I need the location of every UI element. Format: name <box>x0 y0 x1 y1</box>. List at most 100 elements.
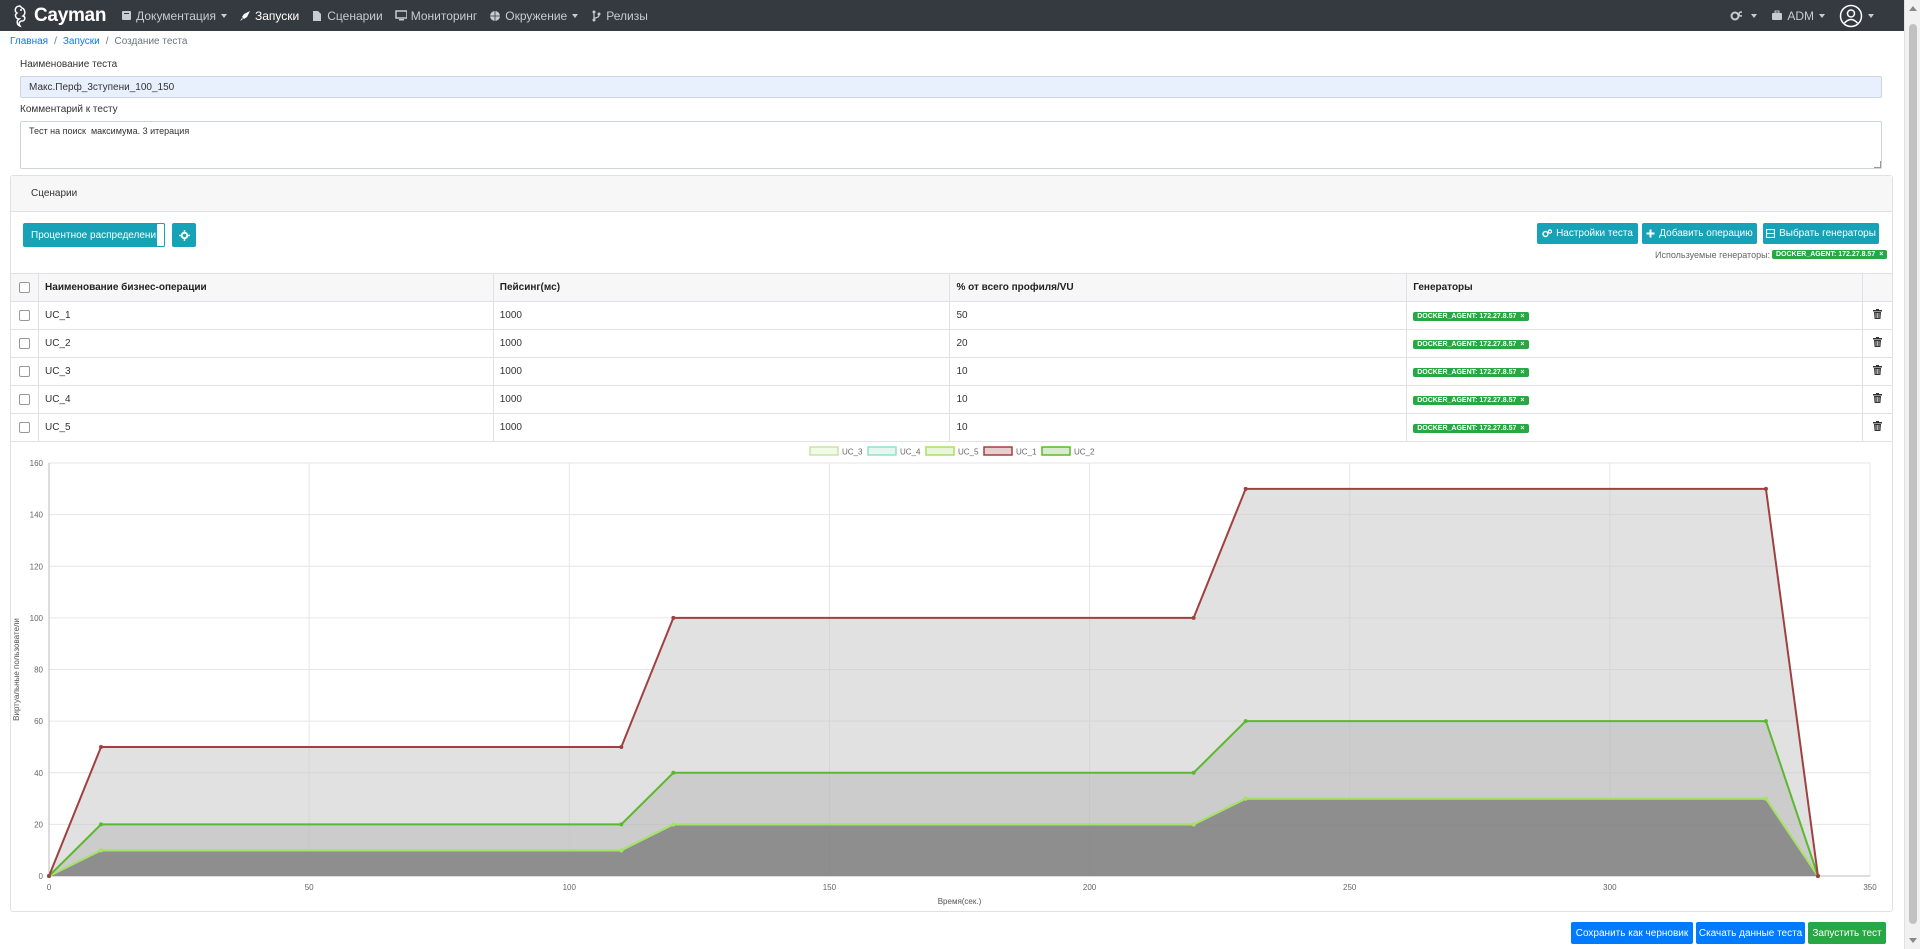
operation-name-cell[interactable]: UC_1 <box>38 301 494 330</box>
scrollbar-thumb[interactable] <box>1909 24 1917 924</box>
legend-swatch-uc_2[interactable] <box>1041 446 1071 456</box>
scroll-down-icon[interactable] <box>1909 938 1917 943</box>
percent-cell[interactable]: 20 <box>949 329 1408 358</box>
run-test-button[interactable]: Запустить тест <box>1808 922 1886 944</box>
pacing-cell[interactable]: 1000 <box>492 357 951 386</box>
x-tick-label: 150 <box>823 883 837 892</box>
brand-logo[interactable]: Cayman <box>10 4 106 28</box>
breadcrumb-home[interactable]: Главная <box>10 36 48 47</box>
operation-name-cell[interactable]: UC_5 <box>38 413 494 442</box>
data-point-uc_5[interactable] <box>1191 822 1196 827</box>
percent-cell[interactable]: 10 <box>949 357 1408 386</box>
data-point-uc_5[interactable] <box>671 822 676 827</box>
remove-icon[interactable]: × <box>1520 397 1524 404</box>
operation-name-cell[interactable]: UC_4 <box>38 385 494 414</box>
data-point-uc_2[interactable] <box>671 770 676 775</box>
data-point-uc_2[interactable] <box>619 822 624 827</box>
test-comment-input[interactable]: Тест на поиск максимума. 3 итерация <box>20 121 1882 169</box>
data-point-uc_2[interactable] <box>1191 770 1196 775</box>
remove-icon[interactable]: × <box>1520 313 1524 320</box>
download-test-data-button[interactable]: Скачать данные теста <box>1696 922 1805 944</box>
percent-cell[interactable]: 50 <box>949 301 1408 330</box>
col-percent[interactable]: % от всего профиля/VU <box>949 273 1408 302</box>
data-point-uc_1[interactable] <box>99 744 104 749</box>
data-point-uc_1[interactable] <box>619 744 624 749</box>
row-checkbox[interactable] <box>19 393 31 405</box>
page-scrollbar[interactable] <box>1904 0 1920 949</box>
test-settings-button[interactable]: Настройки теста <box>1537 223 1638 244</box>
legend-swatch-uc_4[interactable] <box>867 446 897 456</box>
nav-scenarios[interactable]: Сценарии <box>311 9 383 23</box>
user-role-menu[interactable]: ADM <box>1771 9 1825 23</box>
legend-label-uc_5[interactable]: UC_5 <box>958 448 979 457</box>
trash-icon[interactable] <box>1872 337 1882 347</box>
user-profile-menu[interactable] <box>1839 4 1874 28</box>
pacing-cell[interactable]: 1000 <box>492 329 951 358</box>
toggle-switch-knob[interactable] <box>156 223 165 247</box>
data-point-uc_1[interactable] <box>47 874 51 878</box>
row-checkbox[interactable] <box>19 309 31 321</box>
percent-cell[interactable]: 10 <box>949 413 1408 442</box>
select-all-checkbox[interactable] <box>19 281 31 293</box>
legend-label-uc_4[interactable]: UC_4 <box>900 448 921 457</box>
data-point-uc_1[interactable] <box>671 615 676 620</box>
table-row[interactable]: UC_2 1000 20 DOCKER_AGENT: 172.27.8.57 × <box>9 329 1894 358</box>
col-pacing[interactable]: Пейсинг(мс) <box>492 273 951 302</box>
data-point-uc_5[interactable] <box>99 848 104 853</box>
row-checkbox[interactable] <box>19 365 31 377</box>
row-checkbox[interactable] <box>19 421 31 433</box>
table-row[interactable]: UC_1 1000 50 DOCKER_AGENT: 172.27.8.57 × <box>9 301 1894 330</box>
select-generators-button[interactable]: Выбрать генераторы <box>1763 223 1879 244</box>
percent-cell[interactable]: 10 <box>949 385 1408 414</box>
data-point-uc_5[interactable] <box>1243 796 1248 801</box>
table-row[interactable]: UC_3 1000 10 DOCKER_AGENT: 172.27.8.57 × <box>9 357 1894 386</box>
test-name-input[interactable] <box>20 76 1882 98</box>
legend-swatch-uc_1[interactable] <box>983 446 1013 456</box>
data-point-uc_1[interactable] <box>1763 486 1768 491</box>
remove-icon[interactable]: × <box>1520 425 1524 432</box>
add-operation-button[interactable]: Добавить операцию <box>1642 223 1757 244</box>
data-point-uc_1[interactable] <box>1815 874 1820 878</box>
pacing-cell[interactable]: 1000 <box>492 385 951 414</box>
operation-name-cell[interactable]: UC_3 <box>38 357 494 386</box>
remove-icon[interactable]: × <box>1520 369 1524 376</box>
data-point-uc_2[interactable] <box>99 822 104 827</box>
trash-icon[interactable] <box>1872 365 1882 375</box>
data-point-uc_5[interactable] <box>619 848 624 853</box>
data-point-uc_2[interactable] <box>1243 719 1248 724</box>
remove-icon[interactable]: × <box>1879 251 1883 258</box>
legend-label-uc_3[interactable]: UC_3 <box>842 448 863 457</box>
pacing-cell[interactable]: 1000 <box>492 301 951 330</box>
col-operation-name[interactable]: Наименование бизнес-операции <box>38 273 494 302</box>
legend-label-uc_1[interactable]: UC_1 <box>1016 448 1037 457</box>
legend-swatch-uc_3[interactable] <box>809 446 839 456</box>
trash-icon[interactable] <box>1872 393 1882 403</box>
col-generators[interactable]: Генераторы <box>1406 273 1863 302</box>
scroll-up-icon[interactable] <box>1909 6 1917 11</box>
nav-docs[interactable]: Документация <box>120 9 227 23</box>
distribution-settings-button[interactable] <box>172 223 196 247</box>
nav-runs[interactable]: Запуски <box>239 9 299 23</box>
legend-swatch-uc_5[interactable] <box>925 446 955 456</box>
data-point-uc_5[interactable] <box>1763 796 1768 801</box>
trash-icon[interactable] <box>1872 421 1882 431</box>
pacing-cell[interactable]: 1000 <box>492 413 951 442</box>
row-checkbox[interactable] <box>19 337 31 349</box>
data-point-uc_2[interactable] <box>1763 719 1768 724</box>
breadcrumb-runs[interactable]: Запуски <box>63 36 100 47</box>
remove-icon[interactable]: × <box>1520 341 1524 348</box>
trash-icon[interactable] <box>1872 309 1882 319</box>
table-row[interactable]: UC_5 1000 10 DOCKER_AGENT: 172.27.8.57 × <box>9 413 1894 442</box>
settings-menu[interactable] <box>1730 10 1758 22</box>
data-point-uc_1[interactable] <box>1243 486 1248 491</box>
nav-monitoring[interactable]: Мониторинг <box>394 9 477 23</box>
table-row[interactable]: UC_4 1000 10 DOCKER_AGENT: 172.27.8.57 × <box>9 385 1894 414</box>
percent-distribution-toggle[interactable]: Процентное распределение <box>23 223 165 247</box>
data-point-uc_1[interactable] <box>1191 615 1196 620</box>
operation-name-cell[interactable]: UC_2 <box>38 329 494 358</box>
nav-environment[interactable]: Окружение <box>489 9 579 23</box>
textarea-resize-handle[interactable] <box>1874 161 1881 168</box>
legend-label-uc_2[interactable]: UC_2 <box>1074 448 1095 457</box>
save-draft-button[interactable]: Сохранить как черновик <box>1571 922 1693 944</box>
nav-releases[interactable]: Релизы <box>590 9 648 23</box>
